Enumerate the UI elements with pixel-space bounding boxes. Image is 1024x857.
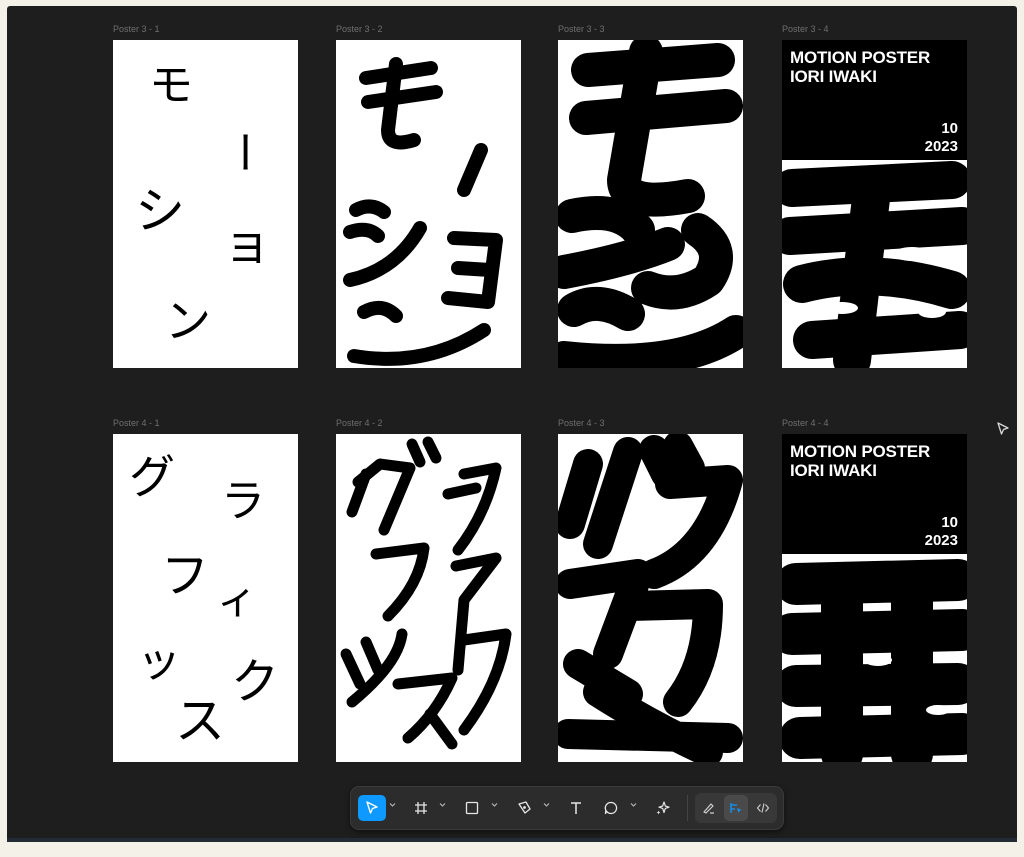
pen-tool-chevron-down-icon[interactable] (543, 802, 550, 808)
frame-label-poster-4-4[interactable]: Poster 4 - 4 (782, 418, 829, 428)
frame-label-poster-3-2[interactable]: Poster 3 - 2 (336, 24, 383, 34)
shape-tool-chevron-down-icon[interactable] (491, 802, 498, 808)
frame-label-poster-4-2[interactable]: Poster 4 - 2 (336, 418, 383, 428)
kana-shi: シ (135, 182, 185, 240)
bold-brush-lettering (340, 436, 512, 750)
blob-lettering (782, 559, 967, 762)
bottom-toolbar (350, 786, 784, 830)
comment-tool-chevron-down-icon[interactable] (630, 802, 637, 808)
mode-switcher (695, 793, 777, 823)
frame-label-poster-4-3[interactable]: Poster 4 - 3 (558, 418, 605, 428)
kana-small-tsu: ッ (137, 636, 181, 687)
text-tool-icon (571, 802, 581, 814)
move-tool-button[interactable] (358, 795, 386, 821)
frame-tool-button[interactable] (407, 795, 435, 821)
frame-label-poster-3-4[interactable]: Poster 3 - 4 (782, 24, 829, 34)
draw-mode-button[interactable] (697, 795, 721, 821)
poster-4-2[interactable] (336, 434, 521, 762)
kana-fu: フ (161, 548, 210, 604)
poster-4-3[interactable] (558, 434, 743, 762)
poster-3-3[interactable] (558, 40, 743, 368)
figma-canvas[interactable]: Poster 3 - 1 Poster 3 - 2 Poster 3 - 3 P… (7, 6, 1017, 842)
dev-mode-button[interactable] (751, 795, 775, 821)
kana-su: ス (175, 692, 225, 750)
frame-hash-icon (415, 802, 427, 814)
kana-small-yo: ョ (223, 216, 272, 272)
rectangle-shape-icon (465, 801, 479, 815)
frame-label-poster-3-3[interactable]: Poster 3 - 3 (558, 24, 605, 34)
poster-3-1[interactable]: モ ー シ ョ ン (113, 40, 298, 368)
pen-tool-icon (518, 801, 531, 814)
design-mode-button[interactable] (724, 795, 748, 821)
actions-button[interactable] (649, 795, 677, 821)
kana-mo: モ (149, 60, 193, 111)
text-tool-button[interactable] (562, 795, 590, 821)
shape-tool-button[interactable] (458, 795, 486, 821)
poster-4-4[interactable]: MOTION POSTER IORI IWAKI 10 2023 (782, 434, 967, 762)
poster-3-2[interactable] (336, 40, 521, 368)
draw-mode-icon (703, 803, 714, 814)
kana-n: ン (165, 294, 211, 348)
kana-long-vowel: ー (218, 130, 269, 174)
frame-label-poster-4-1[interactable]: Poster 4 - 1 (113, 418, 160, 428)
toolbar-divider (687, 795, 688, 821)
blob-lettering (782, 161, 967, 368)
comment-bubble-icon (604, 801, 618, 815)
kana-ku: ク (231, 654, 280, 710)
mouse-cursor-icon (996, 422, 1010, 443)
extra-bold-brush-lettering (558, 434, 743, 762)
kana-gu: グ (129, 450, 175, 504)
bold-brush-lettering (343, 57, 503, 366)
frame-label-poster-3-1[interactable]: Poster 3 - 1 (113, 24, 160, 34)
frame-tool-chevron-down-icon[interactable] (439, 802, 446, 808)
dev-mode-code-icon (756, 803, 770, 813)
poster-3-4[interactable]: MOTION POSTER IORI IWAKI 10 2023 (782, 40, 967, 368)
extra-bold-brush-lettering (558, 40, 743, 368)
pen-tool-button[interactable] (510, 795, 538, 821)
move-tool-chevron-down-icon[interactable] (389, 802, 396, 808)
ai-actions-sparkle-icon (656, 801, 670, 815)
comment-tool-button[interactable] (597, 795, 625, 821)
move-pointer-icon (366, 801, 378, 814)
canvas-bottom-edge (7, 838, 1017, 842)
kana-small-i: ィ (217, 577, 257, 623)
poster-4-1[interactable]: グ ラ フ ィ ッ ク ス (113, 434, 298, 762)
design-mode-icon (730, 803, 742, 813)
kana-ra: ラ (221, 476, 265, 527)
